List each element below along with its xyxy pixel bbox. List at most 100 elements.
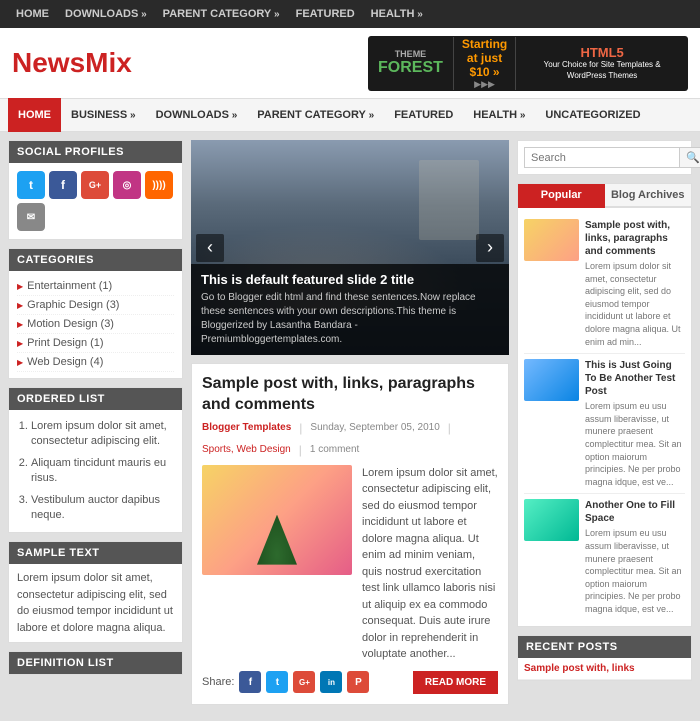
category-item[interactable]: Graphic Design (3) xyxy=(17,296,174,315)
list-item: Vestibulum auctor dapibus neque. xyxy=(31,490,174,527)
recent-posts-title: RECENT POSTS xyxy=(518,636,691,658)
popular-post-title[interactable]: Another One to Fill Space xyxy=(585,499,685,525)
popular-post-title[interactable]: Sample post with, links, paragraphs and … xyxy=(585,219,685,258)
top-navigation: HOME DOWNLOADS PARENT CATEGORY FEATURED … xyxy=(0,0,700,28)
share-linkedin-button[interactable]: in xyxy=(320,671,342,693)
popular-posts-list: Sample post with, links, paragraphs and … xyxy=(518,208,691,626)
top-nav-parent-category[interactable]: PARENT CATEGORY xyxy=(155,0,288,29)
gplus-icon[interactable]: G+ xyxy=(81,171,109,199)
logo-suffix: Mix xyxy=(85,47,132,78)
post-meta: Blogger Templates | Sunday, September 05… xyxy=(202,421,498,457)
category-item[interactable]: Web Design (4) xyxy=(17,353,174,372)
instagram-icon[interactable]: ◎ xyxy=(113,171,141,199)
category-item[interactable]: Print Design (1) xyxy=(17,334,174,353)
logo-prefix: News xyxy=(12,47,85,78)
category-link[interactable]: Graphic Design (3) xyxy=(27,299,119,311)
top-nav-home[interactable]: HOME xyxy=(8,0,57,28)
tabs-header: Popular Blog Archives xyxy=(518,184,691,208)
sidebar-right: 🔍 Popular Blog Archives Sample post with… xyxy=(517,140,692,713)
sample-text-widget: SAMPLE TEXT Lorem ipsum dolor sit amet, … xyxy=(8,541,183,643)
popular-post-excerpt: Lorem ipsum eu usu assum liberavisse, ut… xyxy=(585,527,685,615)
popular-post-text: Sample post with, links, paragraphs and … xyxy=(585,219,685,348)
post-date: Sunday, September 05, 2010 xyxy=(310,422,439,433)
popular-post-thumbnail xyxy=(524,499,579,541)
post-thumbnail xyxy=(202,465,352,575)
search-widget: 🔍 xyxy=(517,140,692,175)
rss-icon[interactable]: )))) xyxy=(145,171,173,199)
search-input[interactable] xyxy=(524,147,680,168)
main-nav-health[interactable]: HEALTH xyxy=(463,98,535,133)
popular-post-thumbnail xyxy=(524,219,579,261)
share-twitter-button[interactable]: t xyxy=(266,671,288,693)
sample-text-content: Lorem ipsum dolor sit amet, consectetur … xyxy=(9,564,182,642)
popular-post-item: Another One to Fill Space Lorem ipsum eu… xyxy=(524,494,685,620)
popular-post-thumbnail xyxy=(524,359,579,401)
main-navigation: HOME BUSINESS DOWNLOADS PARENT CATEGORY … xyxy=(0,98,700,132)
post-title[interactable]: Sample post with, links, paragraphs and … xyxy=(202,374,498,416)
share-pinterest-button[interactable]: P xyxy=(347,671,369,693)
search-button[interactable]: 🔍 xyxy=(680,147,700,168)
category-link[interactable]: Print Design (1) xyxy=(27,337,103,349)
featured-slider: ‹ › This is default featured slide 2 tit… xyxy=(191,140,509,355)
popular-post-item: This is Just Going To Be Another Test Po… xyxy=(524,354,685,494)
recent-post-link[interactable]: Sample post with, links xyxy=(524,663,635,674)
popular-tabs-widget: Popular Blog Archives Sample post with, … xyxy=(517,183,692,627)
ordered-list-widget: ORDERED LIST Lorem ipsum dolor sit amet,… xyxy=(8,387,183,533)
banner-advertisement[interactable]: THEME FOREST Starting at just $10 » ▶▶▶ … xyxy=(368,36,688,91)
banner-price: Starting at just $10 » ▶▶▶ xyxy=(453,37,516,90)
category-link[interactable]: Web Design (4) xyxy=(27,356,103,368)
popular-post-excerpt: Lorem ipsum dolor sit amet, consectetur … xyxy=(585,260,685,348)
share-label: Share: xyxy=(202,676,234,688)
definition-list-title: DEFINITION LIST xyxy=(9,652,182,674)
slider-prev-button[interactable]: ‹ xyxy=(196,234,224,262)
slider-description: Go to Blogger edit html and find these s… xyxy=(201,291,499,347)
category-link[interactable]: Entertainment (1) xyxy=(27,280,112,292)
recent-posts-widget: RECENT POSTS Sample post with, links xyxy=(517,635,692,681)
post-comments[interactable]: 1 comment xyxy=(310,444,359,455)
popular-post-title[interactable]: This is Just Going To Be Another Test Po… xyxy=(585,359,685,398)
popular-post-item: Sample post with, links, paragraphs and … xyxy=(524,214,685,354)
sample-text-title: SAMPLE TEXT xyxy=(9,542,182,564)
share-gplus-button[interactable]: G+ xyxy=(293,671,315,693)
thumbnail-tree-icon xyxy=(257,515,297,565)
blog-post: Sample post with, links, paragraphs and … xyxy=(191,363,509,705)
main-nav-featured[interactable]: FEATURED xyxy=(384,98,463,132)
content-wrapper: SOCIAL PROFILES t f G+ ◎ )))) ✉ CATEGORI… xyxy=(0,132,700,721)
post-tags[interactable]: Sports, Web Design xyxy=(202,444,291,455)
slider-next-button[interactable]: › xyxy=(476,234,504,262)
twitter-icon[interactable]: t xyxy=(17,171,45,199)
category-link[interactable]: Motion Design (3) xyxy=(27,318,114,330)
tab-popular[interactable]: Popular xyxy=(518,184,605,208)
post-source[interactable]: Blogger Templates xyxy=(202,422,291,433)
ordered-list-content: Lorem ipsum dolor sit amet, consectetur … xyxy=(9,410,182,532)
forest-logo: THEME FOREST xyxy=(368,49,453,77)
main-nav-parent-category[interactable]: PARENT CATEGORY xyxy=(247,98,384,133)
popular-post-text: Another One to Fill Space Lorem ipsum eu… xyxy=(585,499,685,615)
site-header: NewsMix THEME FOREST Starting at just $1… xyxy=(0,28,700,98)
main-nav-downloads[interactable]: DOWNLOADS xyxy=(146,98,248,133)
main-content: ‹ › This is default featured slide 2 tit… xyxy=(191,140,509,713)
top-nav-health[interactable]: HEALTH xyxy=(363,0,431,29)
read-more-button[interactable]: READ MORE xyxy=(413,671,498,694)
popular-post-text: This is Just Going To Be Another Test Po… xyxy=(585,359,685,488)
social-profiles-widget: SOCIAL PROFILES t f G+ ◎ )))) ✉ xyxy=(8,140,183,240)
main-nav-business[interactable]: BUSINESS xyxy=(61,98,146,133)
category-item[interactable]: Entertainment (1) xyxy=(17,277,174,296)
facebook-icon[interactable]: f xyxy=(49,171,77,199)
category-item[interactable]: Motion Design (3) xyxy=(17,315,174,334)
top-nav-downloads[interactable]: DOWNLOADS xyxy=(57,0,155,29)
categories-widget: CATEGORIES Entertainment (1) Graphic Des… xyxy=(8,248,183,379)
main-nav-home[interactable]: HOME xyxy=(8,98,61,132)
ordered-list-title: ORDERED LIST xyxy=(9,388,182,410)
site-logo: NewsMix xyxy=(12,47,132,79)
share-facebook-button[interactable]: f xyxy=(239,671,261,693)
recent-post-item[interactable]: Sample post with, links xyxy=(518,658,691,680)
top-nav-featured[interactable]: FEATURED xyxy=(288,0,363,28)
social-profiles-title: SOCIAL PROFILES xyxy=(9,141,182,163)
slider-caption: This is default featured slide 2 title G… xyxy=(191,264,509,355)
main-nav-uncategorized[interactable]: UNCATEGORIZED xyxy=(535,98,650,132)
banner-tagline: HTML5 Your Choice for Site Templates & W… xyxy=(516,45,688,81)
sidebar-left: SOCIAL PROFILES t f G+ ◎ )))) ✉ CATEGORI… xyxy=(8,140,183,713)
email-icon[interactable]: ✉ xyxy=(17,203,45,231)
tab-blog-archives[interactable]: Blog Archives xyxy=(605,184,692,208)
